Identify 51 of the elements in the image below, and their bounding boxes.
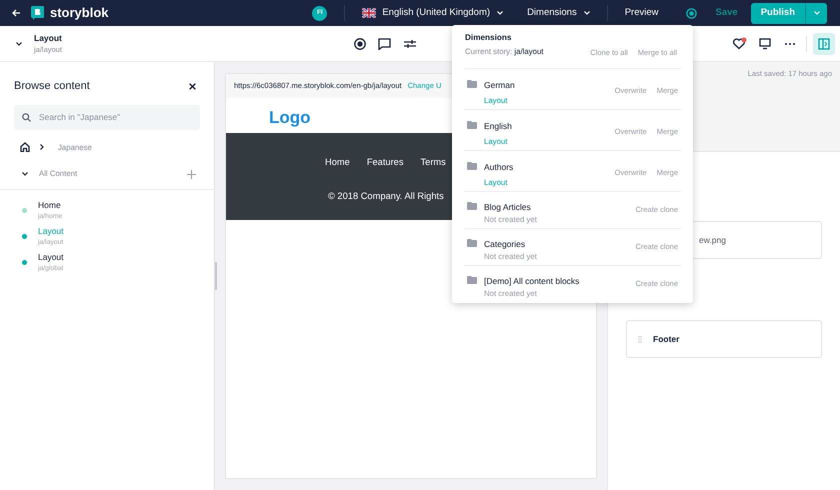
resize-handle[interactable] xyxy=(215,262,217,290)
folder-icon xyxy=(467,80,477,88)
menu-title: Dimensions xyxy=(464,32,512,44)
chevron-down-icon[interactable] xyxy=(22,172,28,176)
folder-icon xyxy=(467,202,477,210)
publish-button[interactable]: Publish xyxy=(750,2,805,24)
caret-icon xyxy=(497,11,504,15)
logo-icon xyxy=(31,6,44,20)
dimension-name: Authors xyxy=(484,160,514,174)
folder-icon xyxy=(467,120,477,129)
preview-button[interactable]: Preview xyxy=(624,6,658,20)
panel-title: Browse content xyxy=(14,79,90,94)
drag-handle-icon xyxy=(638,336,642,342)
search-field[interactable]: Search in "Japanese" xyxy=(14,104,200,130)
heart-icon xyxy=(733,37,747,50)
caret-icon xyxy=(584,11,590,15)
record-icon xyxy=(354,38,366,50)
copyright-text: © 2018 Company. All Rights xyxy=(328,190,444,203)
panel-icon xyxy=(818,38,830,50)
save-button[interactable]: Save xyxy=(716,6,738,20)
chevron-right-icon xyxy=(40,144,44,150)
block-item[interactable]: Footer xyxy=(626,320,822,358)
story-title: Layout xyxy=(34,32,62,44)
publish-options-button[interactable] xyxy=(805,2,827,24)
comment-icon xyxy=(378,38,392,50)
flag-icon xyxy=(362,8,376,18)
site-nav-link[interactable]: Home xyxy=(325,156,350,170)
close-icon[interactable] xyxy=(189,82,196,90)
monitor-icon xyxy=(759,38,771,50)
panel-toggle-button[interactable] xyxy=(813,32,835,54)
dimension-name: Blog Articles xyxy=(484,200,532,214)
site-nav-link[interactable]: Features xyxy=(366,156,404,170)
dimensions-dropdown[interactable]: Dimensions xyxy=(527,6,590,20)
brand-name: storyblok xyxy=(50,4,109,22)
folder-icon xyxy=(467,238,477,247)
back-icon[interactable] xyxy=(12,9,21,17)
language-dropdown[interactable]: English (United Kingdom) xyxy=(382,6,504,20)
chevron-down-icon[interactable] xyxy=(16,42,22,46)
dimension-name: German xyxy=(484,78,516,92)
folder-icon xyxy=(467,162,477,170)
site-nav-link[interactable]: Terms xyxy=(420,156,446,170)
folder-icon xyxy=(467,276,477,284)
home-icon[interactable] xyxy=(20,142,30,152)
caret-icon xyxy=(814,11,820,15)
plus-icon[interactable] xyxy=(187,170,196,179)
record-icon[interactable] xyxy=(686,8,696,18)
sliders-icon xyxy=(404,38,416,48)
site-logo: Logo xyxy=(269,107,311,129)
dimension-name: [Demo] All content blocks xyxy=(484,274,580,288)
dimension-name: English xyxy=(484,120,513,133)
dimension-name: Categories xyxy=(484,238,526,251)
